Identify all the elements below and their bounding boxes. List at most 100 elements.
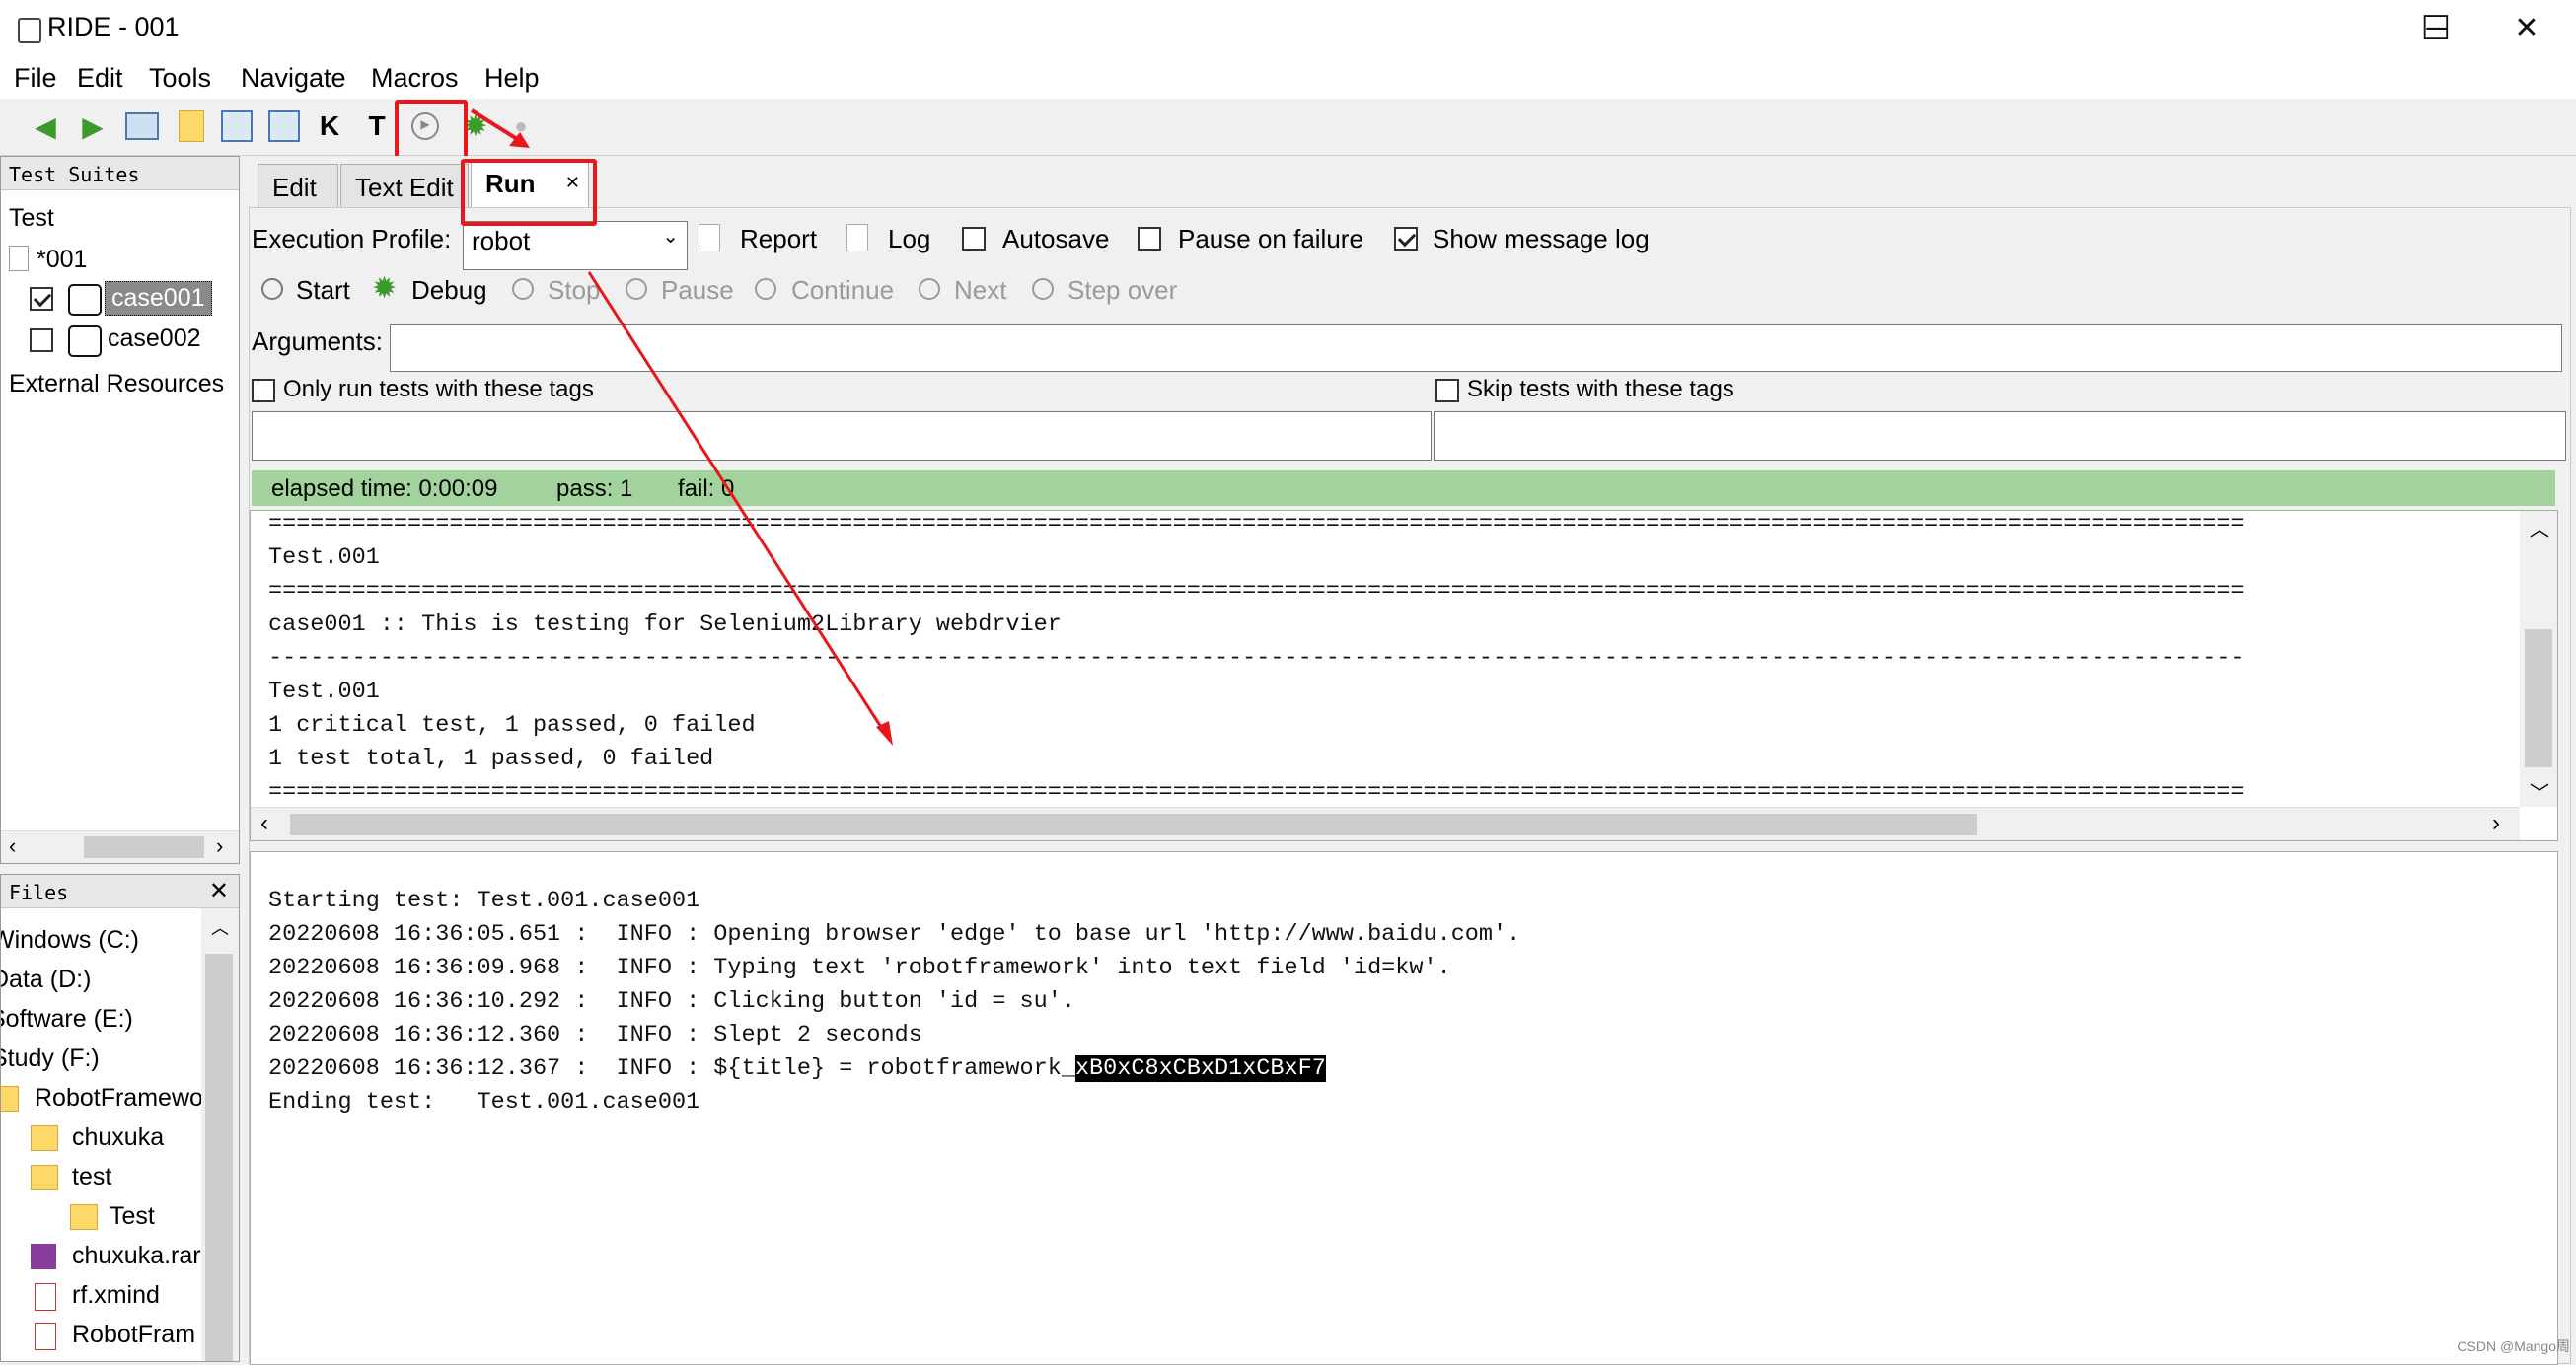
file-item-d[interactable]: Data (D:) [1,966,91,994]
pause-on-failure-checkbox[interactable] [1138,227,1161,251]
log-line: case001 :: This is testing for Selenium2… [268,611,1062,638]
maximize-button[interactable]: ☐ [2392,0,2480,57]
report-icon [699,224,720,251]
scroll-left-icon[interactable]: ‹ [260,810,268,837]
autosave-checkbox[interactable] [962,227,986,251]
arguments-input[interactable] [390,324,2562,372]
menu-help[interactable]: Help [484,63,540,94]
file-icon [35,1323,56,1350]
tree-case002[interactable]: case002 [108,324,201,353]
case001-checkbox[interactable] [30,287,53,311]
message-log[interactable]: Starting test: Test.001.case001 20220608 … [250,851,2558,1365]
scroll-thumb[interactable] [84,836,204,858]
test-suites-header: Test Suites [1,157,239,190]
open-folder-icon[interactable] [122,107,162,146]
only-run-tags-input[interactable] [252,411,1432,461]
save-icon[interactable] [217,107,257,146]
output-log[interactable]: ========================================… [250,510,2558,841]
log-icon [846,224,868,251]
close-button[interactable]: ✕ [2482,0,2571,57]
forward-icon[interactable]: ▶ [73,107,112,146]
scroll-right-icon[interactable]: › [2492,810,2500,837]
file-item-rf-xmind[interactable]: rf.xmind [72,1281,160,1310]
menu-bar: File Edit Tools Navigate Macros Help [0,57,2576,99]
menu-navigate[interactable]: Navigate [241,63,346,94]
log-button[interactable]: Log [888,224,930,254]
new-file-icon[interactable] [172,107,211,146]
debug-button[interactable]: Debug [411,275,487,306]
log-line: Starting test: Test.001.case001 [268,888,700,914]
output-vscrollbar[interactable]: ︿ ﹀ [2520,511,2557,807]
tree-case001[interactable]: case001 [105,281,212,316]
scroll-down-icon[interactable]: ﹀ [2530,777,2549,806]
files-panel: Files ✕ Windows (C:) Data (D:) Software … [0,874,240,1362]
menu-macros[interactable]: Macros [371,63,459,94]
title-byte: xC8 [1117,1055,1159,1082]
suites-hscrollbar[interactable]: ‹ › [1,830,239,863]
files-close-icon[interactable]: ✕ [209,877,229,905]
tree-suite-001[interactable]: *001 [37,246,87,274]
file-item-test-suite[interactable]: Test [110,1202,155,1231]
annotation-run-box [395,100,468,164]
show-message-log-checkbox[interactable] [1394,227,1418,251]
menu-file[interactable]: File [14,63,57,94]
stop-icon[interactable]: ● [501,107,541,146]
menu-edit[interactable]: Edit [77,63,123,94]
log-line: Ending test: Test.001.case001 [268,1089,700,1115]
file-item-e[interactable]: Software (E:) [1,1005,133,1034]
rar-file-icon [31,1244,56,1269]
test-suites-panel: Test Suites Test *001 case001 case002 Ex… [0,156,240,864]
file-item-c[interactable]: Windows (C:) [1,926,139,955]
tree-root-test[interactable]: Test [9,204,54,233]
title-byte: xCB [1242,1055,1285,1082]
stop-icon [512,278,534,300]
tab-text-edit[interactable]: Text Edit [340,164,469,207]
file-item-f[interactable]: Study (F:) [1,1044,100,1073]
scroll-up-icon[interactable]: ︿ [2530,513,2549,541]
file-item-robotframework[interactable]: RobotFramework [35,1084,224,1113]
test-search-icon[interactable]: T [357,107,397,146]
report-button[interactable]: Report [740,224,817,254]
file-item-test[interactable]: test [72,1163,111,1191]
log-line: 1 test total, 1 passed, 0 failed [268,746,714,772]
fail-count: fail: 0 [678,475,735,502]
only-run-tags-checkbox[interactable] [252,379,275,402]
tree-external-resources[interactable]: External Resources [9,370,224,398]
chevron-down-icon: ⌄ [662,226,679,248]
stop-button[interactable]: Stop [548,275,601,306]
output-hscrollbar[interactable]: ‹ › [251,807,2520,840]
testcase-icon [68,284,102,316]
testcase-icon [68,325,102,357]
scroll-thumb[interactable] [2525,629,2552,767]
pass-count: pass: 1 [556,475,633,502]
keyword-search-icon[interactable]: K [310,107,349,146]
menu-tools[interactable]: Tools [149,63,211,94]
step-over-button[interactable]: Step over [1067,275,1177,306]
start-button[interactable]: Start [296,275,350,306]
files-header: Files [1,875,239,908]
next-icon [919,278,940,300]
execution-profile-select[interactable]: robot ⌄ [463,221,688,270]
skip-tags-input[interactable] [1434,411,2566,461]
scroll-thumb[interactable] [205,954,233,1361]
next-button[interactable]: Next [954,275,1006,306]
continue-button[interactable]: Continue [791,275,894,306]
file-item-chuxuka[interactable]: chuxuka [72,1123,164,1152]
file-item-robotfram[interactable]: RobotFram [72,1321,195,1349]
case002-checkbox[interactable] [30,328,53,352]
scroll-right-icon[interactable]: › [216,833,223,859]
log-line: 20220608 16:36:05.651 : INFO : Opening b… [268,921,1521,948]
tab-edit[interactable]: Edit [258,164,338,207]
scroll-thumb[interactable] [290,814,1977,835]
scroll-up-icon[interactable]: ︿ [211,914,229,940]
files-vscrollbar[interactable]: ︿ [201,908,239,1361]
log-line: 20220608 16:36:12.367 : INFO : ${title} … [268,1055,1326,1082]
skip-tags-checkbox[interactable] [1435,379,1459,402]
save-all-icon[interactable] [264,107,304,146]
file-item-chuxuka-rar[interactable]: chuxuka.rar [72,1242,201,1270]
back-icon[interactable]: ◀ [26,107,65,146]
pause-button[interactable]: Pause [661,275,734,306]
execution-profile-value: robot [472,226,531,255]
scroll-left-icon[interactable]: ‹ [9,833,16,859]
elapsed-time: elapsed time: 0:00:09 [271,475,498,502]
